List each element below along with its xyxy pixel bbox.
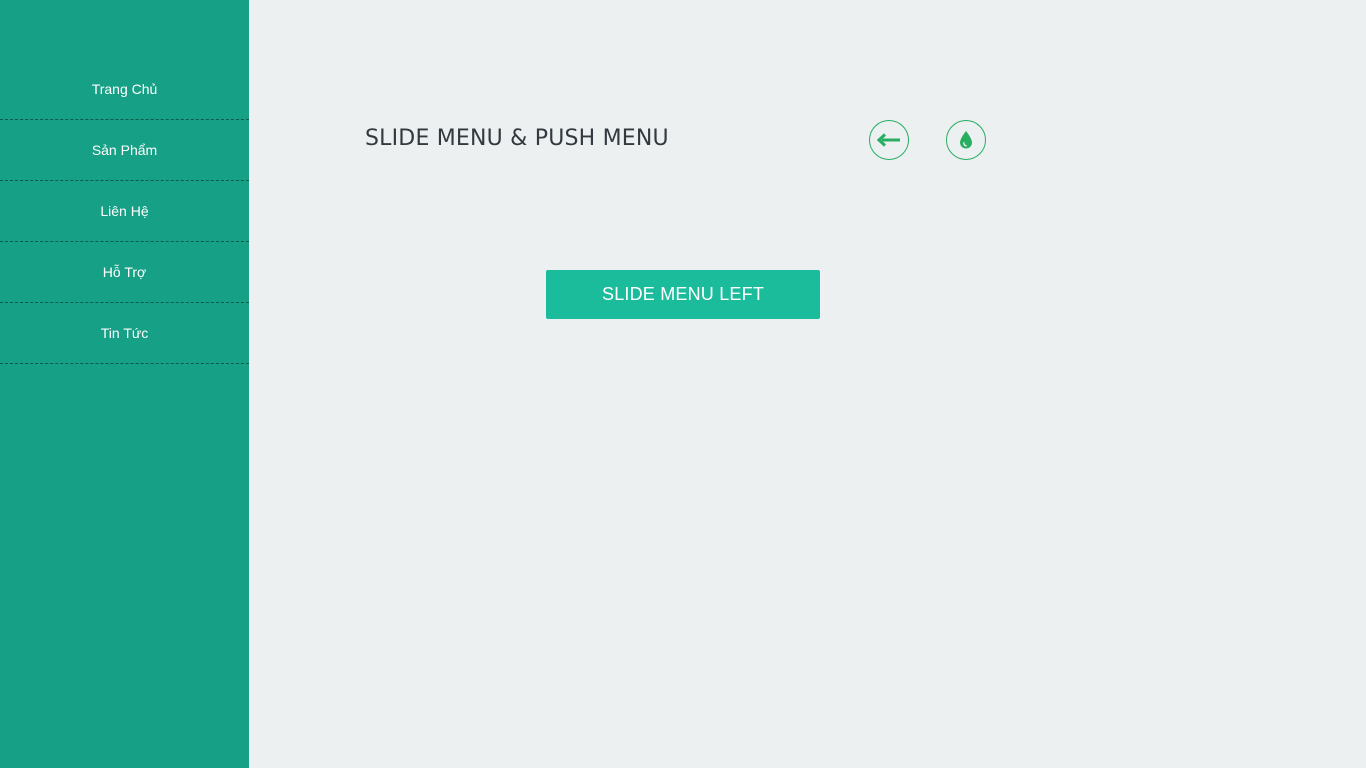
sidebar-item-label: Hỗ Trợ: [102, 264, 147, 280]
sidebar-item-tin-tuc[interactable]: Tin Tức: [0, 303, 249, 364]
arrow-left-icon: [877, 133, 900, 147]
sidebar-item-label: Sản Phẩm: [91, 142, 158, 158]
sidebar-item-label: Tin Tức: [100, 325, 149, 341]
slide-menu-sidebar: Trang Chủ Sản Phẩm Liên Hệ Hỗ Trợ Tin Tứ…: [0, 0, 249, 768]
sidebar-item-trang-chu[interactable]: Trang Chủ: [0, 59, 249, 120]
sidebar-item-san-pham[interactable]: Sản Phẩm: [0, 120, 249, 181]
sidebar-menu: Trang Chủ Sản Phẩm Liên Hệ Hỗ Trợ Tin Tứ…: [0, 59, 249, 364]
slide-menu-left-button[interactable]: SLIDE MENU LEFT: [546, 270, 820, 319]
main-content: SLIDE MENU & PUSH MENU SLIDE MENU LEFT: [249, 0, 1366, 768]
sidebar-item-label: Liên Hệ: [100, 203, 149, 219]
sidebar-item-ho-tro[interactable]: Hỗ Trợ: [0, 242, 249, 303]
back-button[interactable]: [869, 120, 909, 160]
theme-button[interactable]: [946, 120, 986, 160]
sidebar-item-label: Trang Chủ: [91, 81, 158, 97]
page-title: SLIDE MENU & PUSH MENU: [365, 126, 669, 151]
sidebar-item-lien-he[interactable]: Liên Hệ: [0, 181, 249, 242]
droplet-icon: [960, 131, 972, 149]
